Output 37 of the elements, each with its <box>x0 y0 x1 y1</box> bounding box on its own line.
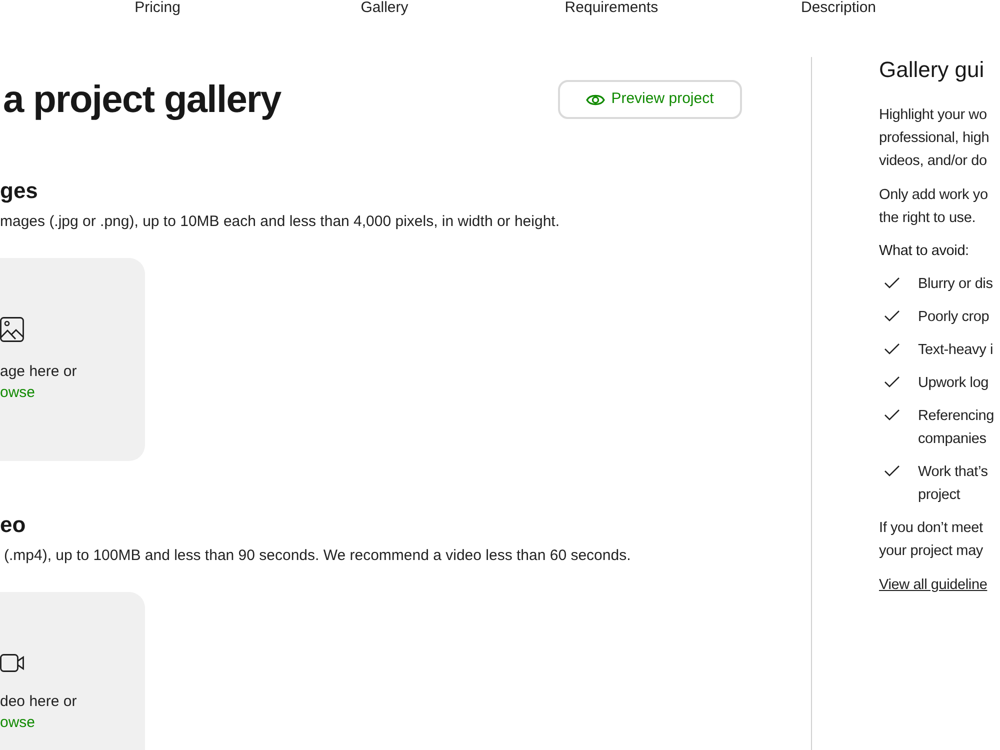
browse-link[interactable]: owse <box>0 382 36 404</box>
preview-button[interactable]: Preview project <box>558 80 742 119</box>
check-icon <box>884 343 900 355</box>
section-heading: eo <box>0 512 27 538</box>
drop-prompt: age here or <box>0 362 77 382</box>
eye-icon <box>586 92 606 106</box>
avoid-item: Poorly crop <box>918 308 990 327</box>
browse-link[interactable]: owse <box>0 712 36 734</box>
section-description: (.mp4), up to 100MB and less than 90 seconds. We recommend a video less than 60 seconds. <box>3 546 632 566</box>
check-icon <box>884 465 900 477</box>
nav-tab[interactable]: Description <box>725 0 952 15</box>
guidelines-link[interactable]: View all guideline <box>879 574 988 597</box>
guidelines-title: Gallery gui <box>879 57 984 83</box>
avoid-heading: What to avoid: <box>879 242 969 261</box>
guidelines-paragraph: Only add work yo the right to use. <box>879 186 988 228</box>
closing-paragraph: If you don’t meet your project may <box>879 519 983 561</box>
nav-tab[interactable]: Requirements <box>498 0 725 15</box>
check-icon <box>884 376 900 388</box>
video-camera-icon <box>0 654 24 672</box>
section-description: mages (.jpg or .png), up to 10MB each and less than 4,000 pixels, in width or height. <box>0 212 560 232</box>
drop-zone[interactable]: age here or owse <box>0 258 145 461</box>
nav-tab[interactable]: Gallery <box>271 0 498 15</box>
image-icon <box>0 317 24 342</box>
avoid-item: Work that’s project <box>918 463 988 505</box>
section-heading: ges <box>0 178 39 204</box>
avoid-item: Blurry or dis <box>918 275 993 294</box>
guidelines-paragraph: Highlight your wo professional, high videos, and/or do <box>879 106 990 171</box>
check-icon <box>884 277 900 289</box>
drop-prompt: deo here or <box>0 692 77 712</box>
avoid-item: Referencing companies <box>918 407 994 449</box>
avoid-item: Text-heavy i <box>918 341 993 360</box>
nav-tab[interactable]: Pricing <box>44 0 271 15</box>
check-icon <box>884 310 900 322</box>
page-title: a project gallery <box>2 78 281 122</box>
drop-zone[interactable]: deo here or owse <box>0 592 145 750</box>
avoid-item: Upwork log <box>918 374 989 393</box>
check-icon <box>884 409 900 421</box>
